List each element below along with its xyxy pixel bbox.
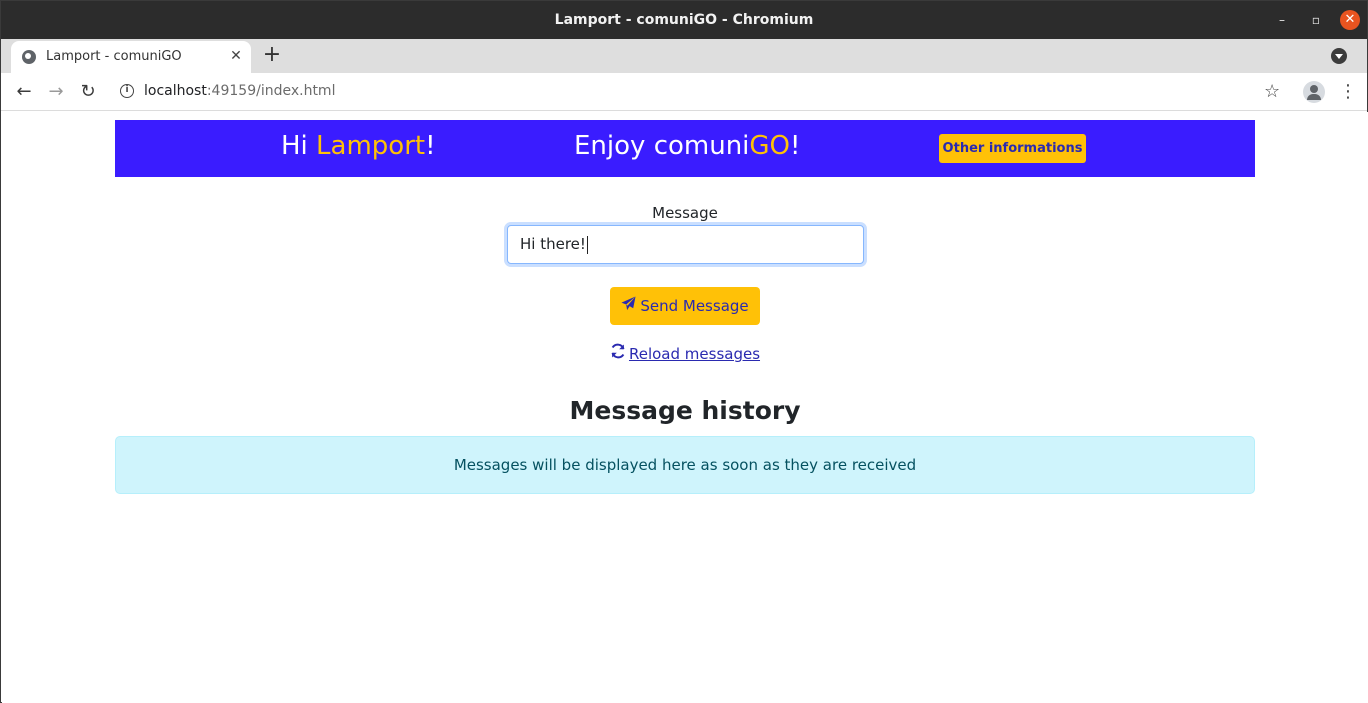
message-input-value: Hi there! [520,235,586,253]
tab-title: Lamport - comuniGO [46,49,182,64]
tab-strip: Lamport - comuniGO ✕ + [1,39,1367,73]
minimize-icon[interactable]: – [1272,10,1292,30]
url-path: :49159/index.html [206,83,336,99]
close-window-icon[interactable]: ✕ [1340,10,1360,30]
back-icon[interactable]: ← [13,81,35,103]
browser-toolbar: ← → ↻ i localhost:49159/index.html ☆ ⋮ [1,73,1367,111]
bookmark-star-icon[interactable]: ☆ [1264,81,1280,102]
site-info-icon[interactable]: i [120,84,134,98]
reload-icon[interactable]: ↻ [77,81,99,103]
paper-plane-icon [621,287,636,325]
greeting-prefix: Hi [281,131,317,161]
title-bar: Lamport - comuniGO - Chromium – ▫ ✕ [1,1,1367,39]
tab-active[interactable]: Lamport - comuniGO ✕ [11,41,251,73]
forward-icon[interactable]: → [45,81,67,103]
send-message-label: Send Message [640,297,749,315]
refresh-icon [610,343,626,363]
menu-kebab-icon[interactable]: ⋮ [1339,81,1357,103]
new-tab-button[interactable]: + [262,44,282,66]
enjoy-accent: GO [749,131,791,161]
reload-messages-label: Reload messages [628,345,761,363]
greeting: Hi Lamport! [281,131,436,161]
message-label: Message [652,204,718,222]
history-empty-text: Messages will be displayed here as soon … [453,456,917,474]
greeting-suffix: ! [425,131,436,161]
text-caret [586,235,588,254]
url-host: localhost [144,83,207,99]
page-content: Hi Lamport! Enjoy comuniGO! Other inform… [2,112,1368,703]
tab-close-icon[interactable]: ✕ [227,47,245,65]
send-message-button[interactable]: Send Message [610,287,760,325]
maximize-icon[interactable]: ▫ [1306,10,1326,30]
globe-icon [22,50,36,64]
window-title: Lamport - comuniGO - Chromium [554,12,814,28]
address-bar[interactable]: localhost:49159/index.html [144,83,335,99]
user-name: Lamport [316,131,426,161]
history-empty-alert: Messages will be displayed here as soon … [115,436,1255,494]
enjoy-prefix: Enjoy comuni [574,131,750,161]
header-banner: Hi Lamport! Enjoy comuniGO! Other inform… [115,120,1255,177]
tab-search-icon[interactable] [1331,48,1347,64]
enjoy-suffix: ! [790,131,801,161]
enjoy-heading: Enjoy comuniGO! [574,131,800,161]
browser-window: Lamport - comuniGO - Chromium – ▫ ✕ Lamp… [0,0,1368,703]
other-informations-button[interactable]: Other informations [939,134,1086,163]
profile-avatar-icon[interactable] [1303,81,1325,103]
message-input[interactable]: Hi there! [507,225,864,264]
history-title: Message history [569,396,801,425]
reload-messages-link[interactable]: Reload messages [2,343,1368,363]
